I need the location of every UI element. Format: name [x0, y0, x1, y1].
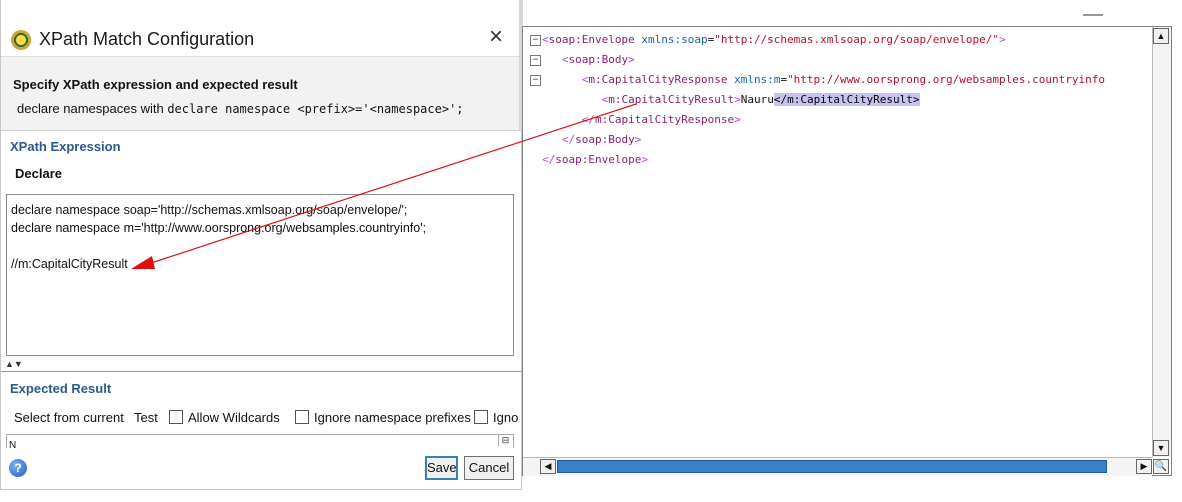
xml-token-br: >: [628, 53, 635, 66]
xml-token-tag: m:CapitalCityResponse: [588, 73, 728, 86]
splitter-handle[interactable]: ▲▼: [5, 360, 23, 369]
ignore-ns-prefixes-checkbox[interactable]: Ignore namespace prefixes: [295, 410, 471, 425]
header-title: Specify XPath expression and expected re…: [13, 77, 298, 92]
expected-result-input[interactable]: N: [6, 434, 514, 448]
scroll-up-icon[interactable]: ▲: [1153, 28, 1169, 44]
help-icon[interactable]: ?: [9, 459, 27, 477]
xml-token-tag: soap:Envelope: [548, 33, 635, 46]
checkbox-box[interactable]: [169, 410, 183, 424]
xml-token-br: </: [581, 113, 595, 126]
checkbox-box[interactable]: [474, 410, 488, 424]
test-button[interactable]: Test: [134, 410, 158, 425]
xpath-line: declare namespace m='http://www.oorspron…: [11, 221, 427, 235]
xpath-section-label: XPath Expression: [10, 139, 121, 154]
xml-token-txt: Nauru: [740, 93, 774, 106]
xml-line: <soap:Body>: [542, 50, 1105, 70]
xml-token-tag: soap:Envelope: [555, 153, 642, 166]
xml-line: </soap:Envelope>: [542, 150, 1105, 170]
xml-token-br: <: [561, 53, 569, 66]
search-icon[interactable]: 🔍: [1153, 459, 1169, 474]
xml-token-br: <: [542, 33, 549, 46]
header-sub-code: declare namespace <prefix>='<namespace>'…: [167, 102, 464, 116]
xml-line: </m:CapitalCityResponse>: [542, 110, 1105, 130]
dialog-header-panel: Specify XPath expression and expected re…: [1, 56, 521, 131]
window-edge: [1083, 14, 1103, 16]
xml-code: <soap:Envelope xmlns:soap="http://schema…: [542, 30, 1105, 170]
dialog-titlebar: XPath Match Configuration ×: [1, 0, 521, 56]
xml-token-attrv: "http://www.oorsprong.org/websamples.cou…: [787, 73, 1105, 86]
cancel-button[interactable]: Cancel: [464, 456, 514, 480]
xml-token-br: >: [998, 33, 1006, 46]
xml-token-tag: m:CapitalCityResult: [608, 93, 735, 106]
xml-token-tag: soap:Body: [575, 133, 635, 146]
soapui-logo-icon: [11, 30, 31, 50]
xml-token-br: >: [634, 133, 642, 146]
header-subtitle: declare namespaces with declare namespac…: [17, 101, 464, 116]
header-sub-prefix: declare namespaces with: [17, 101, 168, 116]
xml-token-br: </: [542, 153, 556, 166]
xml-token-attrn: xmlns:m: [734, 73, 781, 86]
xml-token-attrn: xmlns:soap: [641, 33, 708, 46]
xpath-expression-input[interactable]: declare namespace soap='http://schemas.x…: [6, 194, 514, 356]
xpath-line: //m:CapitalCityResult: [11, 257, 128, 271]
splitter-line: [1, 371, 521, 372]
close-icon[interactable]: ×: [489, 25, 503, 49]
checkbox-box[interactable]: [295, 410, 309, 424]
xml-token-attrv: "http://schemas.xmlsoap.org/soap/envelop…: [714, 33, 999, 46]
xml-line: <m:CapitalCityResult>Nauru</m:CapitalCit…: [542, 90, 1105, 110]
xml-token-br: </: [561, 133, 576, 146]
xpath-line: [11, 237, 509, 255]
horizontal-scroll-thumb[interactable]: [557, 460, 1107, 473]
ignore-label: Igno: [493, 410, 519, 425]
expected-result-label: Expected Result: [10, 381, 112, 396]
save-button[interactable]: Save: [425, 456, 458, 480]
allow-wildcards-label: Allow Wildcards: [188, 410, 280, 425]
xml-token-tag: soap:Body: [568, 53, 629, 66]
fold-toggle-icon[interactable]: −: [530, 75, 541, 86]
fold-toggle-icon[interactable]: −: [530, 35, 541, 46]
result-scroll-button[interactable]: ⊟: [498, 435, 512, 446]
xml-token-sel: </m:CapitalCityResult>: [773, 93, 920, 106]
ignore-ns-prefixes-label: Ignore namespace prefixes: [314, 410, 471, 425]
select-from-current-button[interactable]: Select from current: [14, 410, 124, 425]
xml-line: <m:CapitalCityResponse xmlns:m="http://w…: [542, 70, 1105, 90]
ignore-checkbox[interactable]: Igno: [474, 410, 518, 425]
scroll-down-icon[interactable]: ▼: [1153, 440, 1169, 456]
xml-token-br: >: [734, 93, 741, 106]
xml-line: </soap:Body>: [542, 130, 1105, 150]
xpath-config-dialog: XPath Match Configuration × Specify XPat…: [0, 0, 523, 490]
xml-line: <soap:Envelope xmlns:soap="http://schema…: [542, 30, 1105, 50]
xml-token-br: >: [641, 153, 648, 166]
xml-token-tag: m:CapitalCityResponse: [595, 113, 735, 126]
xpath-line: declare namespace soap='http://schemas.x…: [11, 203, 408, 217]
allow-wildcards-checkbox[interactable]: Allow Wildcards: [169, 410, 280, 425]
dialog-title: XPath Match Configuration: [39, 29, 255, 49]
scroll-right-icon[interactable]: ▶: [1136, 459, 1152, 474]
xml-token-br: >: [734, 113, 741, 126]
fold-toggle-icon[interactable]: −: [530, 55, 541, 66]
editor-vertical-scrollbar[interactable]: [1152, 27, 1171, 457]
scroll-left-icon[interactable]: ◀: [540, 459, 556, 474]
declare-button[interactable]: Declare: [15, 166, 62, 181]
